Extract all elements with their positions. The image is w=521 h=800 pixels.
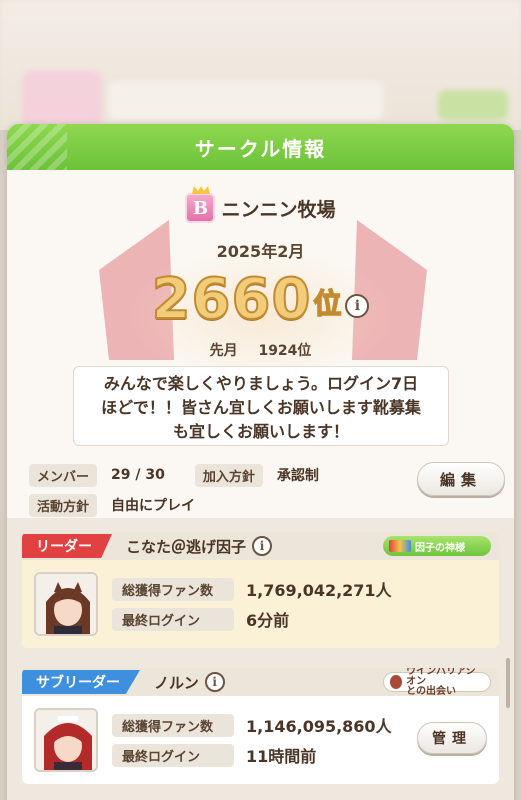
member-list-scrollbar[interactable]: [506, 658, 510, 708]
bg-circle-name-bar: [108, 82, 383, 120]
fans-value: 1,769,042,271人: [246, 581, 392, 600]
last-login-label: 最終ログイン: [112, 607, 234, 631]
last-month-rank: 1924位: [258, 343, 312, 359]
circle-title-row: B ニンニン牧場: [7, 186, 514, 226]
bg-green-button: [438, 90, 508, 120]
circle-info-dialog: サークル情報 B ニンニン牧場 2025年2月 2660 位 i 先月 1924…: [7, 124, 514, 800]
title-badge-text: 因子の神様: [415, 542, 465, 554]
rank-suffix: 位: [313, 286, 343, 321]
description-line: みんなで楽しくやりましょう。ログイン7日: [103, 374, 419, 393]
member-card-subleader[interactable]: サブリーダー ノルン i ウインバリアシオン との出会い 総獲得ファン数 1,1…: [22, 668, 499, 784]
member-body: 総獲得ファン数 1,146,095,860人 最終ログイン 11時間前 管理: [22, 696, 499, 784]
circle-rank-badge: B: [185, 186, 216, 223]
description-line: も宜しくお願いします！: [172, 422, 349, 441]
last-month-row: 先月 1924位: [7, 340, 514, 360]
role-label-subleader: サブリーダー: [22, 670, 140, 694]
member-head: リーダー こなた＠逃げ因子 i 因子の神様: [22, 532, 499, 560]
last-login-label: 最終ログイン: [112, 743, 234, 767]
last-login-value: 6分前: [246, 611, 290, 630]
members-value: 29 / 30: [111, 467, 165, 483]
member-stats: 総獲得ファン数 1,769,042,271人 最終ログイン 6分前: [112, 577, 392, 631]
member-card-leader[interactable]: リーダー こなた＠逃げ因子 i 因子の神様 総獲得ファン数 1,769,042,…: [22, 532, 499, 648]
rank-row: 2660 位 i: [7, 262, 514, 333]
title-badge-line: ウインバリアシオン: [406, 668, 476, 687]
stat-row-login: 最終ログイン 6分前: [112, 607, 392, 631]
member-stats: 総獲得ファン数 1,146,095,860人 最終ログイン 11時間前: [112, 713, 392, 767]
activity-policy-label: 活動方針: [29, 493, 98, 517]
title-badge: ウインバリアシオン との出会い: [383, 668, 491, 697]
circle-rank-letter: B: [192, 197, 209, 219]
fans-label: 総獲得ファン数: [112, 713, 234, 737]
title-badge: 因子の神様: [383, 536, 491, 556]
stat-row-login: 最終ログイン 11時間前: [112, 743, 392, 767]
fans-value: 1,146,095,860人: [246, 717, 392, 736]
member-info-icon[interactable]: i: [204, 672, 225, 692]
avatar[interactable]: [34, 572, 98, 636]
member-name: ノルン: [154, 673, 199, 692]
activity-policy-value: 自由にプレイ: [111, 498, 196, 514]
circle-name: ニンニン牧場: [221, 198, 336, 221]
member-name: こなた＠逃げ因子: [126, 537, 247, 556]
member-list[interactable]: リーダー こなた＠逃げ因子 i 因子の神様 総獲得ファン数 1,769,042,…: [7, 518, 514, 800]
bg-side-right: [513, 130, 521, 800]
fans-label: 総獲得ファン数: [112, 577, 234, 601]
role-label-leader: リーダー: [22, 534, 112, 558]
crown-icon: [192, 186, 211, 194]
rank-number: 2660: [151, 266, 312, 333]
stat-row-fans: 総獲得ファン数 1,769,042,271人: [112, 577, 392, 601]
trainer-avatar-icon: [36, 710, 96, 770]
bg-circle-badge: [22, 70, 102, 130]
last-login-value: 11時間前: [246, 747, 317, 766]
member-body: 総獲得ファン数 1,769,042,271人 最終ログイン 6分前: [22, 560, 499, 648]
title-badge-icon: [390, 675, 403, 689]
background-layer: [0, 0, 521, 130]
meta-row-activity: 活動方針 自由にプレイ: [29, 492, 499, 518]
rank-info-icon[interactable]: i: [345, 294, 370, 318]
dialog-header: サークル情報: [7, 124, 514, 170]
last-month-label: 先月: [209, 343, 238, 359]
trainer-avatar-icon: [36, 574, 96, 634]
manage-button[interactable]: 管理: [417, 722, 487, 754]
ranking-month: 2025年2月: [216, 242, 305, 261]
join-policy-value: 承認制: [276, 468, 319, 484]
members-label: メンバー: [29, 463, 98, 487]
member-head: サブリーダー ノルン i ウインバリアシオン との出会い: [22, 668, 499, 697]
stat-row-fans: 総獲得ファン数 1,146,095,860人: [112, 713, 392, 737]
circle-description: みんなで楽しくやりましょう。ログイン7日 ほどで！！皆さん宜しくお願いします靴募…: [73, 366, 449, 446]
title-badge-text: ウインバリアシオン との出会い: [406, 668, 484, 697]
avatar[interactable]: [34, 708, 98, 772]
member-info-icon[interactable]: i: [252, 536, 273, 556]
description-line: ほどで！！皆さん宜しくお願いします靴募集: [101, 398, 421, 417]
dialog-title: サークル情報: [194, 136, 327, 161]
join-policy-label: 加入方針: [194, 463, 263, 487]
edit-button[interactable]: 編集: [417, 462, 505, 496]
title-badge-icon: [389, 540, 411, 552]
